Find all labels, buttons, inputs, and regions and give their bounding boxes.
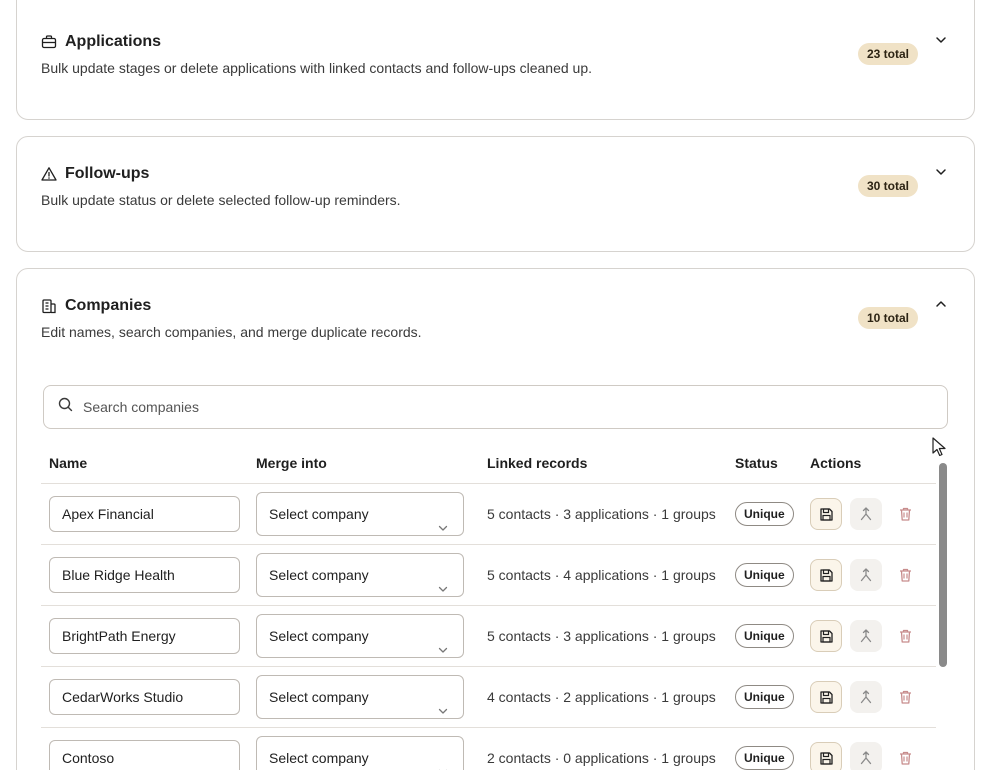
status-badge: Unique [735,624,794,648]
delete-button[interactable] [895,748,915,768]
save-icon [819,751,833,765]
applications-title: Applications [65,33,162,50]
trash-icon [899,507,911,521]
save-icon [819,507,833,521]
merge-button[interactable] [850,559,882,591]
column-status[interactable]: Status [735,455,778,471]
applications-description: Bulk update stages or delete application… [41,60,593,76]
merge-into-select[interactable]: Select company [256,614,464,658]
warning-triangle-icon [41,166,57,182]
column-name[interactable]: Name [49,455,87,471]
search-placeholder: Search companies [83,399,199,415]
delete-button[interactable] [895,626,915,646]
chevron-down-icon[interactable] [934,33,948,47]
save-button[interactable] [810,559,842,591]
applications-count-badge: 23 total [857,43,918,65]
companies-title: Companies [65,297,152,314]
table-row: CedarWorks Studio Select company 4 conta… [41,667,936,728]
merge-select-value: Select company [269,689,369,705]
company-name-input[interactable]: CedarWorks Studio [49,679,240,715]
briefcase-icon [41,34,57,50]
chevron-down-icon[interactable] [934,165,948,179]
save-button[interactable] [810,742,842,770]
company-name-input[interactable]: Contoso [49,740,240,770]
linked-records: 5 contacts · 4 applications · 1 groups [487,567,716,583]
scrollbar-thumb[interactable] [939,463,947,667]
merge-into-select[interactable]: Select company [256,675,464,719]
followups-header[interactable]: Follow-ups [41,165,149,183]
mouse-cursor-icon [932,437,946,457]
merge-button[interactable] [850,620,882,652]
table-scrollbar[interactable] [937,461,947,770]
companies-count-badge: 10 total [857,307,918,329]
delete-button[interactable] [895,504,915,524]
merge-icon [860,507,872,521]
search-input[interactable]: Search companies [43,385,948,429]
delete-button[interactable] [895,687,915,707]
save-icon [819,629,833,643]
companies-section: Companies Edit names, search companies, … [16,268,975,770]
table-row: Apex Financial Select company 5 contacts… [41,484,936,545]
trash-icon [899,751,911,765]
company-name-input[interactable]: BrightPath Energy [49,618,240,654]
linked-records: 4 contacts · 2 applications · 1 groups [487,689,716,705]
followups-count-badge: 30 total [857,175,918,197]
building-icon [41,298,57,314]
trash-icon [899,629,911,643]
table-row: Contoso Select company 2 contacts · 0 ap… [41,728,936,770]
company-name-input[interactable]: Blue Ridge Health [49,557,240,593]
linked-records: 5 contacts · 3 applications · 1 groups [487,506,716,522]
merge-select-value: Select company [269,750,369,766]
status-badge: Unique [735,685,794,709]
merge-select-value: Select company [269,567,369,583]
followups-description: Bulk update status or delete selected fo… [41,192,401,208]
trash-icon [899,690,911,704]
status-badge: Unique [735,563,794,587]
merge-into-select[interactable]: Select company [256,553,464,597]
chevron-down-icon [437,752,449,770]
merge-select-value: Select company [269,506,369,522]
company-name-input[interactable]: Apex Financial [49,496,240,532]
column-merge[interactable]: Merge into [256,455,327,471]
companies-header[interactable]: Companies [41,297,151,315]
followups-section: Follow-ups Bulk update status or delete … [16,136,975,252]
delete-button[interactable] [895,565,915,585]
save-icon [819,568,833,582]
merge-icon [860,568,872,582]
companies-description: Edit names, search companies, and merge … [41,324,422,340]
linked-records: 2 contacts · 0 applications · 1 groups [487,750,716,766]
column-actions: Actions [810,455,862,471]
chevron-down-icon [437,569,449,592]
merge-icon [860,629,872,643]
merge-into-select[interactable]: Select company [256,492,464,536]
trash-icon [899,568,911,582]
merge-button[interactable] [850,498,882,530]
status-badge: Unique [735,746,794,770]
merge-select-value: Select company [269,628,369,644]
save-button[interactable] [810,498,842,530]
merge-button[interactable] [850,681,882,713]
save-button[interactable] [810,620,842,652]
save-button[interactable] [810,681,842,713]
table-row: BrightPath Energy Select company 5 conta… [41,606,936,667]
search-icon [58,397,73,417]
table-row: Blue Ridge Health Select company 5 conta… [41,545,936,606]
merge-icon [860,751,872,765]
chevron-down-icon [437,691,449,714]
chevron-down-icon [437,630,449,653]
table-header: Name Merge into Linked records Status Ac… [17,455,937,483]
applications-header[interactable]: Applications [41,33,161,51]
linked-records: 5 contacts · 3 applications · 1 groups [487,628,716,644]
chevron-down-icon [437,508,449,531]
merge-into-select[interactable]: Select company [256,736,464,770]
merge-icon [860,690,872,704]
followups-title: Follow-ups [65,165,150,182]
save-icon [819,690,833,704]
merge-button[interactable] [850,742,882,770]
applications-section: Applications Bulk update stages or delet… [16,0,975,120]
chevron-up-icon[interactable] [934,297,948,311]
status-badge: Unique [735,502,794,526]
column-linked[interactable]: Linked records [487,455,587,471]
